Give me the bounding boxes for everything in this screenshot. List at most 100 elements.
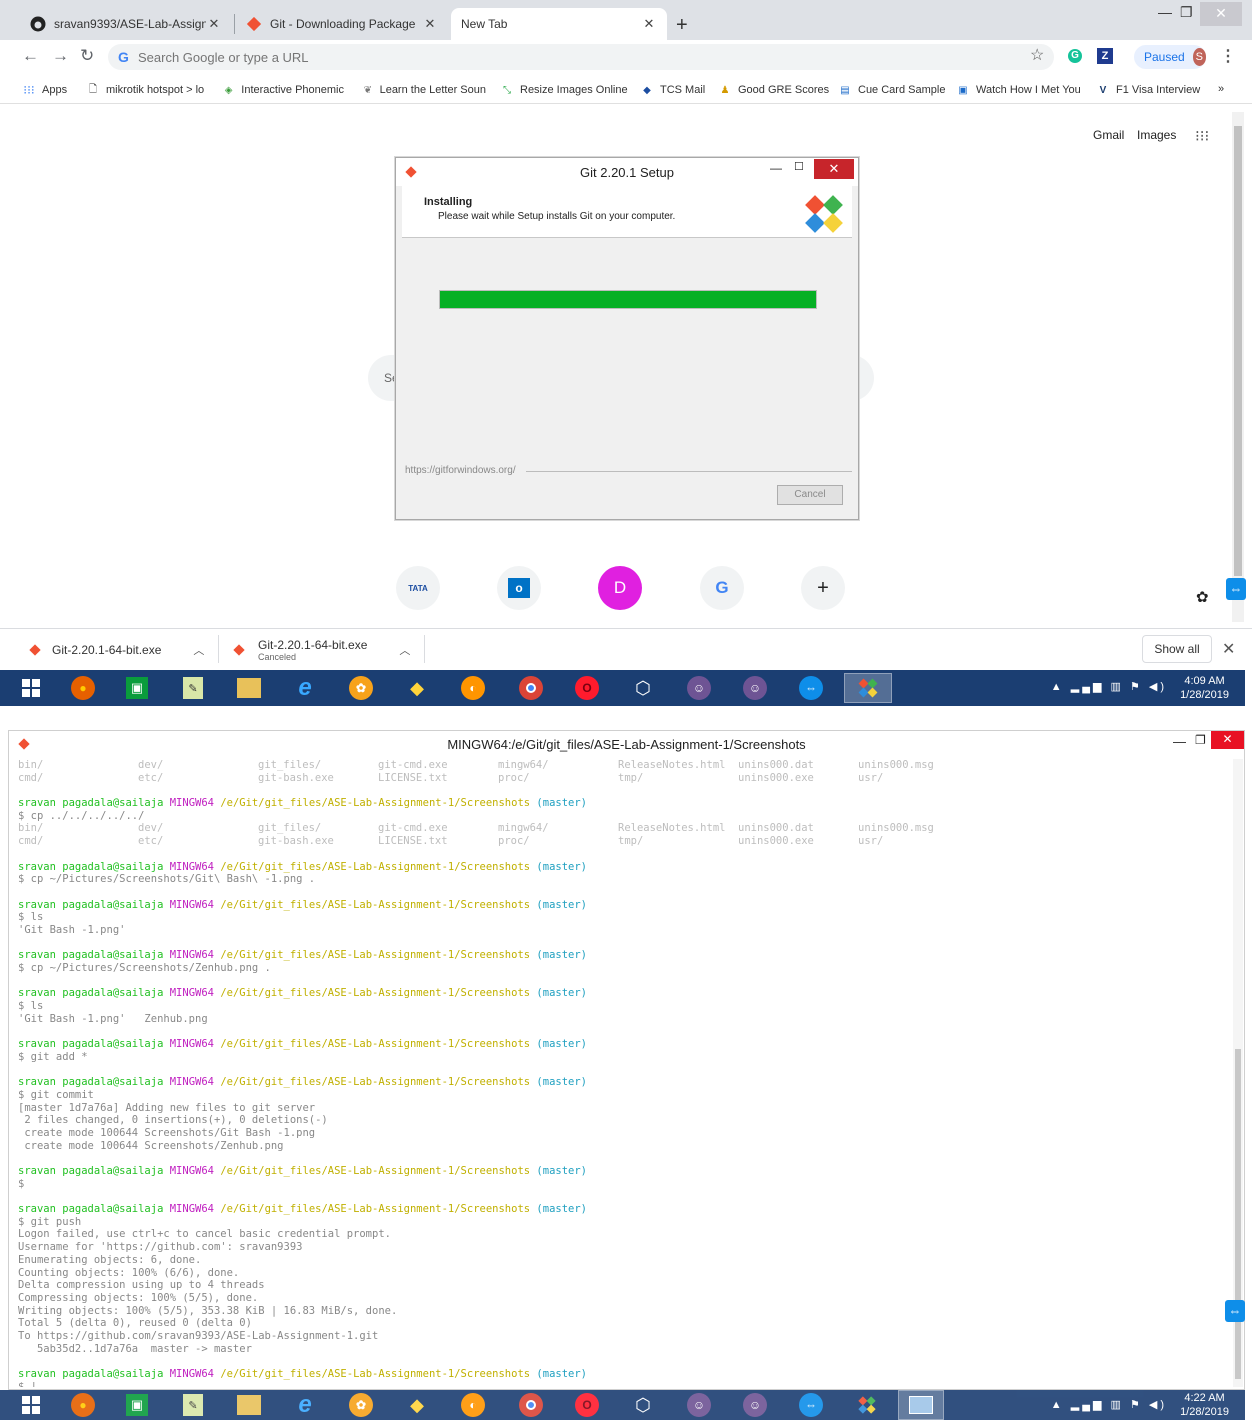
github-desktop-icon-2[interactable]: ☺: [732, 673, 778, 703]
taskbar-clock[interactable]: 4:09 AM 1/28/2019: [1180, 674, 1229, 702]
new-tab-button[interactable]: +: [676, 14, 688, 37]
google-apps-icon[interactable]: ⁝⁝⁝: [1195, 127, 1209, 145]
chevron-up-icon[interactable]: ︿: [193, 642, 204, 658]
git-setup-dialog: Git 2.20.1 Setup — ☐ ✕ Installing Please…: [395, 157, 859, 520]
close-window-button[interactable]: ✕: [1200, 2, 1242, 26]
close-button[interactable]: ✕: [814, 159, 854, 179]
firefox-icon[interactable]: ●: [60, 673, 106, 703]
file-explorer-icon[interactable]: [226, 673, 272, 703]
shortcut-add[interactable]: +: [801, 566, 845, 610]
chrome-icon[interactable]: [508, 1390, 554, 1420]
gear-app-icon[interactable]: ✿: [338, 673, 384, 703]
git-setup-taskbar-icon[interactable]: [844, 673, 892, 703]
bookmark-tcs[interactable]: ◆ TCS Mail: [640, 83, 705, 97]
tab-new-tab[interactable]: New Tab ✕: [451, 8, 667, 40]
bookmark-himym[interactable]: ▣ Watch How I Met You: [956, 83, 1082, 97]
minimize-button[interactable]: —: [770, 161, 782, 175]
store-icon[interactable]: ▣: [114, 673, 160, 703]
show-all-button[interactable]: Show all: [1142, 635, 1212, 663]
images-link[interactable]: Images: [1137, 128, 1176, 142]
github-desktop-icon-2[interactable]: ☺: [732, 1390, 778, 1420]
restore-button[interactable]: ❐: [1195, 733, 1206, 747]
teamviewer-icon[interactable]: ⇔: [788, 1390, 834, 1420]
opera-icon[interactable]: O: [564, 673, 610, 703]
virtualbox-icon[interactable]: ⬡: [620, 673, 666, 703]
python-icon[interactable]: ◆: [394, 1390, 440, 1420]
firefox-icon[interactable]: ●: [60, 1390, 106, 1420]
bookmark-star-icon[interactable]: ☆: [1030, 45, 1044, 65]
close-icon[interactable]: ✕: [1222, 639, 1235, 659]
file-explorer-icon[interactable]: [226, 1390, 272, 1420]
tab-github[interactable]: sravan9393/ASE-Lab-Assignment ✕: [20, 8, 232, 40]
download-item[interactable]: Git-2.20.1-64-bit.exe ︿: [28, 635, 208, 665]
shortcut-outlook[interactable]: o: [497, 566, 541, 610]
close-icon[interactable]: ✕: [641, 16, 657, 32]
maximize-button[interactable]: ☐: [794, 160, 804, 173]
windows-start-icon[interactable]: [8, 1390, 54, 1420]
store-icon[interactable]: ▣: [114, 1390, 160, 1420]
bookmark-apps[interactable]: ⁝⁝⁝ Apps: [22, 83, 67, 97]
virtualbox-icon[interactable]: ⬡: [620, 1390, 666, 1420]
profile-paused-button[interactable]: Paused S: [1134, 45, 1206, 69]
shortcut-d[interactable]: D: [598, 566, 642, 610]
close-button[interactable]: ✕: [1211, 731, 1244, 749]
address-input[interactable]: [138, 47, 1018, 67]
page-scrollbar[interactable]: [1232, 112, 1244, 622]
reload-button[interactable]: ↻: [80, 46, 94, 66]
download-divider: [218, 635, 219, 663]
grammarly-extension-icon[interactable]: G: [1068, 49, 1082, 63]
bookmark-letter[interactable]: ❦ Learn the Letter Soun: [362, 83, 486, 97]
bookmark-gre[interactable]: ♟ Good GRE Scores: [718, 83, 830, 97]
back-button[interactable]: ←: [22, 46, 39, 66]
tab-git-download[interactable]: Git - Downloading Package ✕: [236, 8, 448, 40]
teamviewer-icon[interactable]: ⇔: [788, 673, 834, 703]
more-bookmarks-button[interactable]: »: [1218, 83, 1224, 95]
close-icon[interactable]: ✕: [206, 16, 222, 32]
gear-icon[interactable]: ✿: [1196, 588, 1209, 606]
firefox-dev-icon[interactable]: ◐: [450, 673, 496, 703]
python-icon[interactable]: ◆: [394, 673, 440, 703]
restore-button[interactable]: ❐: [1180, 4, 1193, 21]
omnibox[interactable]: G: [108, 44, 1054, 70]
download-item[interactable]: Git-2.20.1-64-bit.exe Canceled ︿: [232, 635, 412, 665]
internet-explorer-icon[interactable]: e: [282, 673, 328, 703]
prompt-branch: (master): [536, 860, 587, 873]
menu-icon[interactable]: ⋮: [1220, 46, 1236, 66]
github-desktop-icon[interactable]: ☺: [676, 1390, 722, 1420]
teamviewer-side-icon[interactable]: ⇔: [1225, 1300, 1245, 1322]
chrome-icon[interactable]: [508, 673, 554, 703]
github-desktop-icon[interactable]: ☺: [676, 673, 722, 703]
gear-app-icon[interactable]: ✿: [338, 1390, 384, 1420]
internet-explorer-icon[interactable]: e: [282, 1390, 328, 1420]
forward-button[interactable]: →: [52, 46, 69, 66]
git-setup-taskbar-icon[interactable]: [844, 1390, 890, 1420]
minimize-button[interactable]: —: [1173, 734, 1186, 749]
windows-start-icon[interactable]: [8, 673, 54, 703]
system-tray[interactable]: ▲ ▂▄▆ ▥ ⚑ ◀): [1051, 680, 1167, 693]
teamviewer-side-icon[interactable]: ⇔: [1226, 578, 1246, 600]
close-icon[interactable]: ✕: [422, 16, 438, 32]
minimize-button[interactable]: —: [1158, 4, 1172, 20]
shortcut-tata[interactable]: TATA: [396, 566, 440, 610]
taskbar-clock[interactable]: 4:22 AM 1/28/2019: [1180, 1391, 1229, 1419]
cancel-button[interactable]: Cancel: [777, 485, 843, 505]
system-tray[interactable]: ▲ ▂▄▆ ▥ ⚑ ◀): [1051, 1398, 1167, 1411]
notepad-icon[interactable]: ✎: [170, 673, 216, 703]
bookmark-mikrotik[interactable]: 🗋 mikrotik hotspot > lo: [86, 83, 208, 97]
shortcut-google[interactable]: G: [700, 566, 744, 610]
scrollbar-thumb[interactable]: [1235, 1049, 1241, 1379]
scrollbar-thumb[interactable]: [1234, 126, 1242, 576]
terminal-output[interactable]: bin/dev/git_files/git-cmd.exe mingw64/Rel…: [18, 759, 1223, 1387]
photos-taskbar-icon[interactable]: [898, 1390, 944, 1420]
bookmark-visa[interactable]: V F1 Visa Interview: [1096, 83, 1201, 97]
zenhub-extension-icon[interactable]: Z: [1097, 48, 1113, 64]
bookmark-phonemic[interactable]: ◈ Interactive Phonemic: [222, 83, 344, 97]
terminal-scrollbar[interactable]: [1233, 759, 1243, 1387]
firefox-dev-icon[interactable]: ◐: [450, 1390, 496, 1420]
notepad-icon[interactable]: ✎: [170, 1390, 216, 1420]
gmail-link[interactable]: Gmail: [1093, 128, 1124, 142]
bookmark-resize[interactable]: ⤡ Resize Images Online: [500, 83, 628, 97]
opera-icon[interactable]: O: [564, 1390, 610, 1420]
chevron-up-icon[interactable]: ︿: [399, 642, 410, 658]
bookmark-cue-card[interactable]: ▤ Cue Card Sample: [838, 83, 945, 97]
